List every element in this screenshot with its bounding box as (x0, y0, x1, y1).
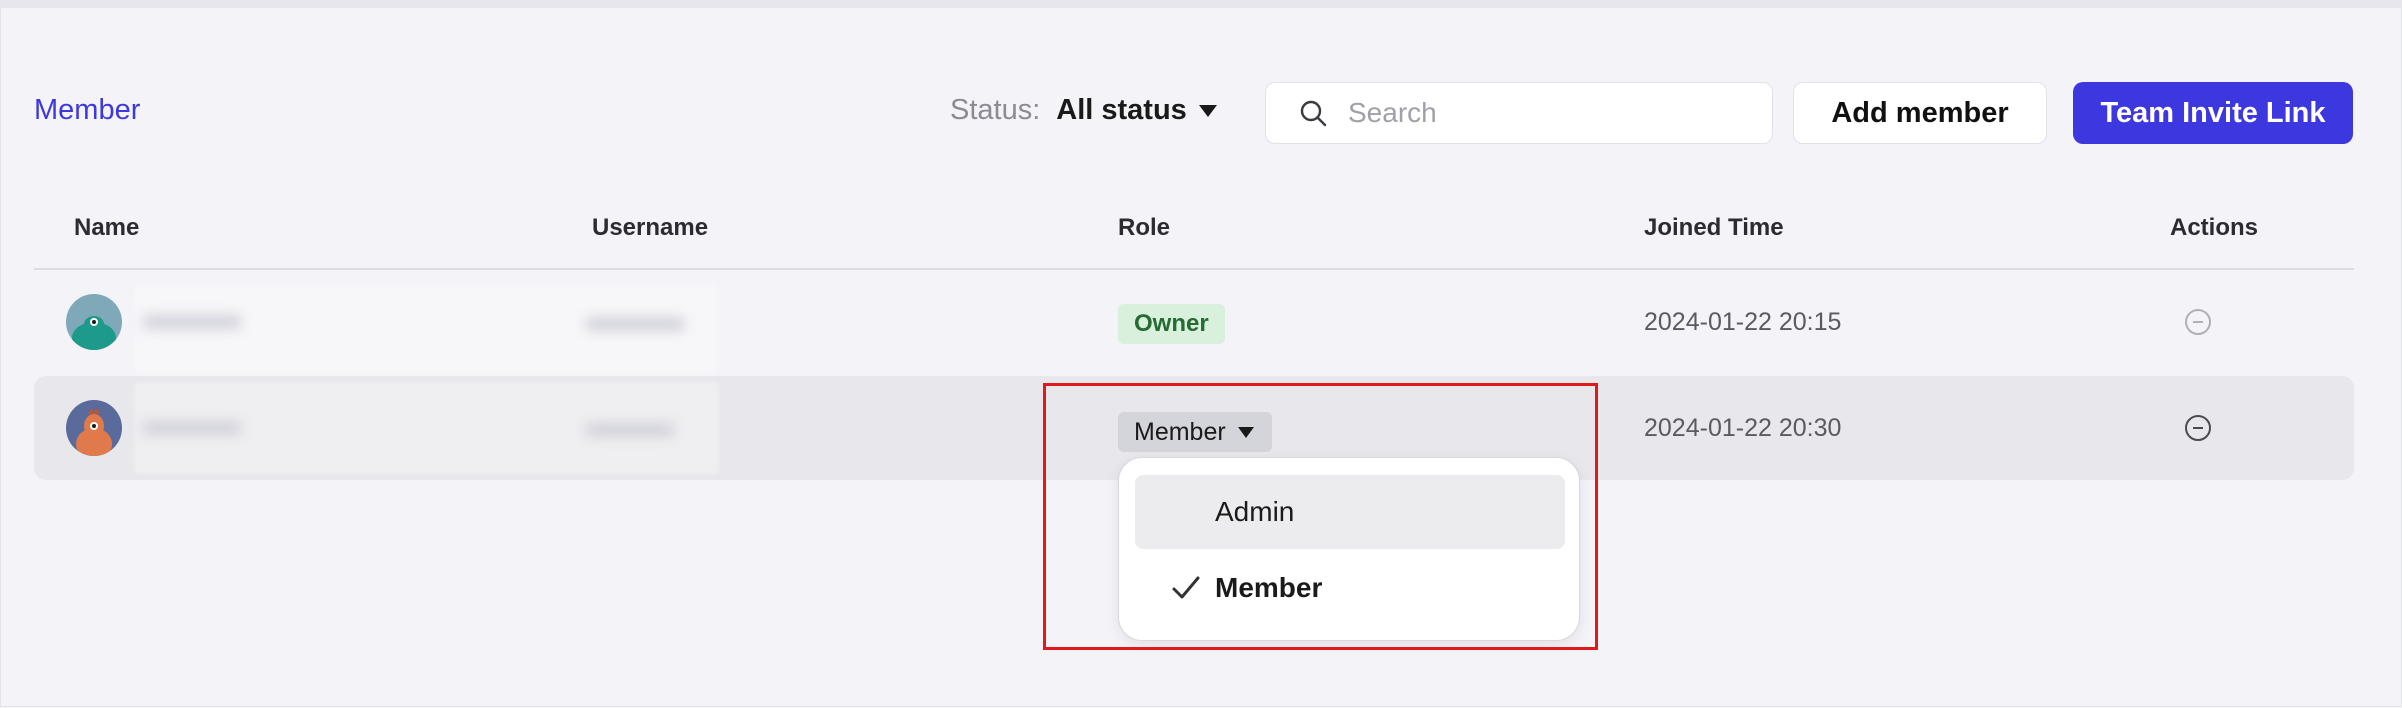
search-input[interactable] (1346, 96, 1770, 130)
minus-circle-icon[interactable] (2184, 414, 2212, 442)
name-redacted (142, 315, 242, 329)
role-badge-owner: Owner (1118, 304, 1225, 344)
status-label: Status: (950, 94, 1041, 126)
top-border (0, 0, 2402, 8)
section-title: Member (34, 94, 141, 126)
caret-down-icon (1198, 104, 1217, 117)
team-invite-link-button[interactable]: Team Invite Link (2073, 82, 2353, 144)
status-dropdown[interactable]: All status (1056, 94, 1217, 127)
column-header-name: Name (74, 214, 140, 241)
username-redacted (585, 423, 675, 437)
search-icon (1300, 100, 1327, 127)
add-member-button[interactable]: Add member (1793, 82, 2047, 144)
joined-time: 2024-01-22 20:30 (1644, 414, 1842, 442)
column-header-role: Role (1118, 214, 1171, 241)
name-redacted (142, 421, 242, 435)
username-redacted (585, 317, 685, 331)
status-filter[interactable]: Status: All status (950, 94, 1217, 127)
avatar (66, 400, 122, 456)
minus-circle-icon[interactable] (2184, 308, 2212, 336)
status-value: All status (1056, 94, 1187, 126)
avatar (66, 294, 122, 350)
annotation-highlight-box (1043, 383, 1598, 650)
header-divider (34, 268, 2354, 270)
joined-time: 2024-01-22 20:15 (1644, 308, 1842, 336)
column-header-joined-time: Joined Time (1644, 214, 1784, 241)
search-box[interactable] (1265, 82, 1773, 144)
column-header-actions: Actions (2170, 214, 2259, 241)
column-header-username: Username (592, 214, 709, 241)
